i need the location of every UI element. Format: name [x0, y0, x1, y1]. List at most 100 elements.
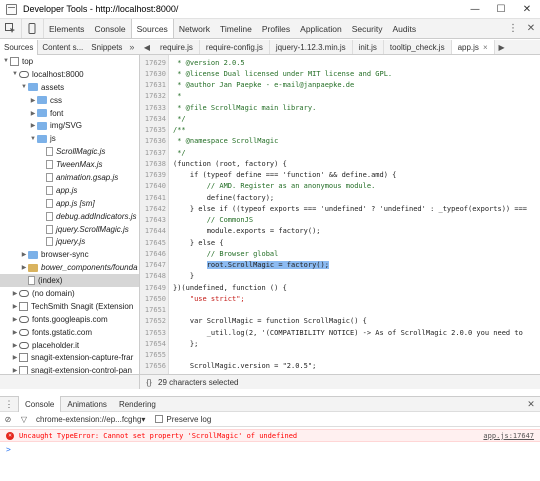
line-number[interactable]: 17630 [140, 70, 169, 78]
code-line[interactable]: 17639 if (typeof define === 'function' &… [140, 170, 540, 181]
error-source-link[interactable]: app.js:17647 [483, 432, 534, 440]
code-line[interactable]: 17640 // AMD. Register as an anonymous m… [140, 181, 540, 192]
code-line[interactable]: 17654 }; [140, 338, 540, 349]
tree-item[interactable]: TweenMax.js [0, 158, 139, 171]
code-line[interactable]: 17643 // CommonJS [140, 215, 540, 226]
code-line[interactable]: 17645 } else { [140, 237, 540, 248]
line-number[interactable]: 17648 [140, 272, 169, 280]
code-line[interactable]: 17629 * @version 2.0.5 [140, 57, 540, 68]
device-mode-icon[interactable] [22, 19, 44, 38]
code-line[interactable]: 17641 define(factory); [140, 192, 540, 203]
tab-audits[interactable]: Audits [387, 19, 421, 38]
code-line[interactable]: 17646 // Browser global [140, 248, 540, 259]
tree-item[interactable]: app.js [0, 184, 139, 197]
line-number[interactable]: 17640 [140, 182, 169, 190]
editor-tab-require-config[interactable]: require-config.js [200, 40, 270, 54]
tree-item[interactable]: ▼ localhost:8000 [0, 68, 139, 81]
line-number[interactable]: 17642 [140, 205, 169, 213]
tab-security[interactable]: Security [347, 19, 388, 38]
line-number[interactable]: 17644 [140, 227, 169, 235]
tree-item[interactable]: jquery.ScrollMagic.js [0, 223, 139, 236]
tree-item[interactable]: ▼ js [0, 132, 139, 145]
tree-item[interactable]: ▶ TechSmith Snagit (Extension [0, 300, 139, 313]
code-line[interactable]: 17637 */ [140, 147, 540, 158]
filter-icon[interactable]: ▽ [16, 415, 32, 424]
tree-item[interactable]: app.js [sm] [0, 197, 139, 210]
tab-console[interactable]: Console [89, 19, 130, 38]
line-number[interactable]: 17652 [140, 317, 169, 325]
tree-item[interactable]: ▶ font [0, 107, 139, 120]
collapsed-arrow-icon[interactable]: ▶ [11, 329, 19, 336]
code-line[interactable]: 17642 } else if ((typeof exports === 'un… [140, 203, 540, 214]
tree-item[interactable]: (index) [0, 274, 139, 288]
collapsed-arrow-icon[interactable]: ▶ [29, 110, 37, 117]
tree-item[interactable]: ▶ fonts.googleapis.com [0, 313, 139, 326]
collapsed-arrow-icon[interactable]: ▶ [29, 122, 37, 129]
inspect-element-icon[interactable] [0, 19, 22, 38]
tree-item[interactable]: ▶ bower_components/founda [0, 261, 139, 274]
close-drawer-icon[interactable]: ✕ [522, 399, 540, 410]
code-line[interactable]: 17644 module.exports = factory(); [140, 226, 540, 237]
collapsed-arrow-icon[interactable]: ▶ [11, 303, 19, 310]
collapsed-arrow-icon[interactable]: ▶ [11, 367, 19, 374]
collapsed-arrow-icon[interactable]: ▶ [11, 290, 19, 297]
editor-tab-tooltip-check[interactable]: tooltip_check.js [384, 40, 452, 54]
tree-item[interactable]: ▶ browser-sync [0, 248, 139, 261]
expanded-arrow-icon[interactable]: ▼ [11, 71, 19, 77]
line-number[interactable]: 17656 [140, 362, 169, 370]
code-line[interactable]: 17653 _util.log(2, '(COMPATIBILITY NOTIC… [140, 327, 540, 338]
expanded-arrow-icon[interactable]: ▼ [2, 58, 10, 64]
code-line[interactable]: 17636 * @namespace ScrollMagic [140, 136, 540, 147]
code-line[interactable]: 17656 ScrollMagic.version = "2.0.5"; [140, 361, 540, 372]
line-number[interactable]: 17645 [140, 239, 169, 247]
tab-sources[interactable]: Sources [130, 19, 174, 38]
console-prompt[interactable]: > [0, 443, 540, 456]
drawer-tab-console[interactable]: Console [18, 396, 62, 412]
tab-content-scripts[interactable]: Content s... [38, 40, 87, 55]
editor-tab-require[interactable]: require.js [154, 40, 200, 54]
collapsed-arrow-icon[interactable]: ▶ [11, 354, 19, 361]
line-number[interactable]: 17633 [140, 104, 169, 112]
tab-elements[interactable]: Elements [44, 19, 89, 38]
editor-tab-jquery[interactable]: jquery-1.12.3.min.js [270, 40, 353, 54]
collapsed-arrow-icon[interactable]: ▶ [20, 251, 28, 258]
tab-profiles[interactable]: Profiles [257, 19, 295, 38]
collapsed-arrow-icon[interactable]: ▶ [11, 342, 19, 349]
code-line[interactable]: 17631 * @author Jan Paepke - e-mail@janp… [140, 80, 540, 91]
tree-item[interactable]: ▼ top [0, 55, 139, 68]
code-line[interactable]: 17634 */ [140, 113, 540, 124]
code-line[interactable]: 17647 root.ScrollMagic = factory(); [140, 260, 540, 271]
line-number[interactable]: 17632 [140, 92, 169, 100]
tree-item[interactable]: debug.addIndicators.js [0, 210, 139, 223]
code-line[interactable]: 17638 (function (root, factory) { [140, 158, 540, 169]
editor-tab-init[interactable]: init.js [353, 40, 384, 54]
close-devtools-icon[interactable]: ✕ [522, 23, 540, 34]
code-line[interactable]: 17655 [140, 350, 540, 361]
tree-item[interactable]: ▶ css [0, 94, 139, 107]
tree-item[interactable]: ▶ fonts.gstatic.com [0, 326, 139, 339]
line-number[interactable]: 17653 [140, 329, 169, 337]
tree-item[interactable]: ▶ snagit-extension-control-pan [0, 364, 139, 374]
line-number[interactable]: 17654 [140, 340, 169, 348]
tree-item[interactable]: ▼ assets [0, 81, 139, 94]
code-line[interactable]: 17632 * [140, 91, 540, 102]
line-number[interactable]: 17634 [140, 115, 169, 123]
line-number[interactable]: 17631 [140, 81, 169, 89]
tree-item[interactable]: ▶ img/SVG [0, 119, 139, 132]
code-line[interactable]: 17648 } [140, 271, 540, 282]
line-number[interactable]: 17650 [140, 295, 169, 303]
minimize-button[interactable]: — [462, 0, 488, 19]
line-number[interactable]: 17638 [140, 160, 169, 168]
line-number[interactable]: 17639 [140, 171, 169, 179]
tab-network[interactable]: Network [174, 19, 215, 38]
collapsed-arrow-icon[interactable]: ▶ [20, 264, 28, 271]
more-options-icon[interactable]: ⋮ [504, 23, 522, 34]
line-number[interactable]: 17643 [140, 216, 169, 224]
line-number[interactable]: 17636 [140, 137, 169, 145]
tab-snippets[interactable]: Snippets [87, 40, 126, 55]
line-number[interactable]: 17635 [140, 126, 169, 134]
code-line[interactable]: 17651 [140, 305, 540, 316]
drawer-tab-animations[interactable]: Animations [61, 396, 113, 412]
code-line[interactable]: 17650 "use strict"; [140, 293, 540, 304]
pretty-print-icon[interactable]: {} [140, 378, 158, 387]
